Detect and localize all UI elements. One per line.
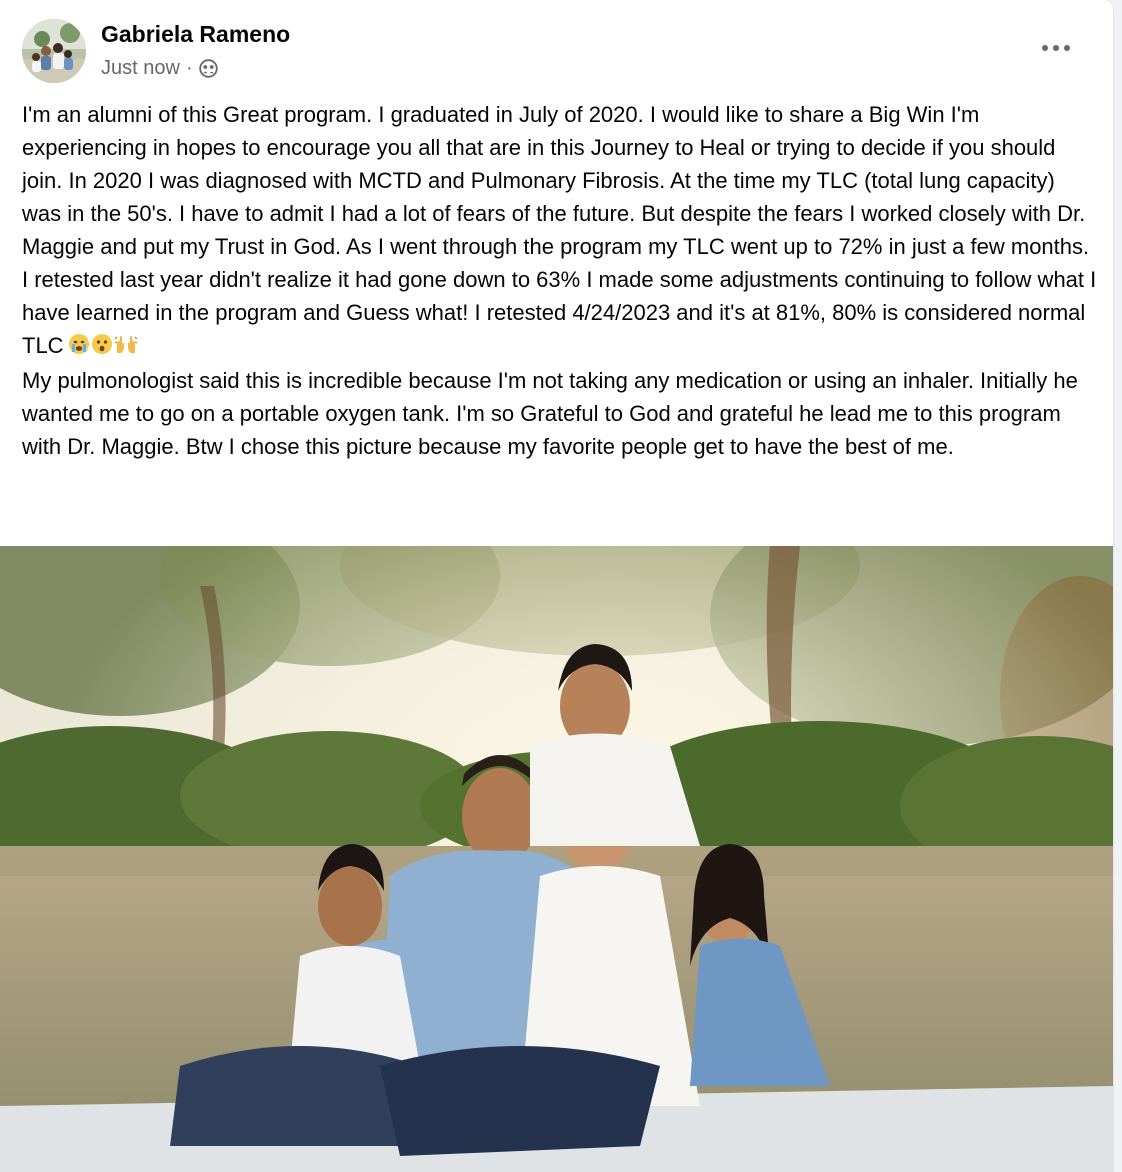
- meta-separator: ·: [185, 57, 193, 79]
- post-paragraph-text: I'm an alumni of this Great program. I g…: [22, 102, 1103, 358]
- post-paragraph: My pulmonologist said this is incredible…: [22, 367, 1085, 459]
- author-avatar[interactable]: [22, 19, 86, 83]
- post-header: Gabriela Rameno Just now ·: [0, 0, 1113, 92]
- post-meta: Just now ·: [101, 57, 219, 80]
- family-photo[interactable]: [0, 546, 1113, 1172]
- crying-face-emoji: [68, 331, 91, 364]
- more-options-icon[interactable]: [1034, 30, 1078, 66]
- author-name[interactable]: Gabriela Rameno: [101, 21, 290, 48]
- emoji-group: [68, 331, 139, 364]
- post-body: I'm an alumni of this Great program. I g…: [22, 98, 1097, 463]
- post-card: Gabriela Rameno Just now · I'm an alumni…: [0, 0, 1113, 1172]
- post-paragraph: I'm an alumni of this Great program. I g…: [22, 98, 1097, 364]
- astonished-face-emoji: [91, 331, 114, 364]
- friends-audience-icon[interactable]: [198, 58, 219, 79]
- raising-hands-emoji: [114, 331, 139, 364]
- post-timestamp[interactable]: Just now: [101, 57, 180, 80]
